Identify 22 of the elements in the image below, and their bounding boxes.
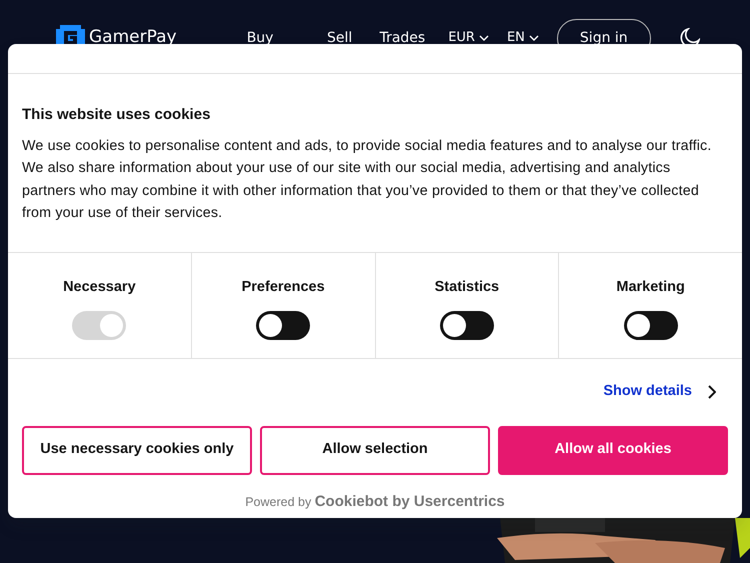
cookie-button[interactable]: Allow all cookies <box>498 426 728 475</box>
category-label: Marketing <box>616 278 685 297</box>
nav-link[interactable]: Trades <box>380 28 426 48</box>
nav-link[interactable]: Sell <box>300 28 380 48</box>
cookie-button[interactable]: Use necessary cookies only <box>22 426 252 475</box>
toggle-switch[interactable] <box>624 310 678 340</box>
chevron-right-icon <box>708 384 716 399</box>
dialog-title: This website uses cookies <box>22 105 212 125</box>
toggle-switch[interactable] <box>256 310 310 340</box>
dropdown[interactable]: EUR <box>448 28 489 48</box>
category-label: Statistics <box>434 278 500 297</box>
dropdown[interactable]: EN <box>506 28 539 48</box>
nav-link[interactable]: Buy <box>220 28 300 48</box>
chevron-down-icon <box>478 35 489 41</box>
toggle-switch[interactable] <box>440 310 494 340</box>
category-label: Preferences <box>242 278 325 297</box>
show-details-link[interactable]: Show details <box>603 380 716 403</box>
cookie-button[interactable]: Allow selection <box>260 426 490 475</box>
category-label: Necessary <box>63 278 136 297</box>
powered-by-text: Powered by Cookiebot by Usercentrics <box>244 492 506 512</box>
dialog-text: We use cookies to personalise content and ads, to provide social media features and to analyse our traffic. We also share information about your use of our site with our social media, advertising and analytics partners who may combine it with other information that you’ve provided to them or that they’ve collected from your use of their services. <box>22 136 712 224</box>
chevron-down-icon <box>528 35 539 41</box>
